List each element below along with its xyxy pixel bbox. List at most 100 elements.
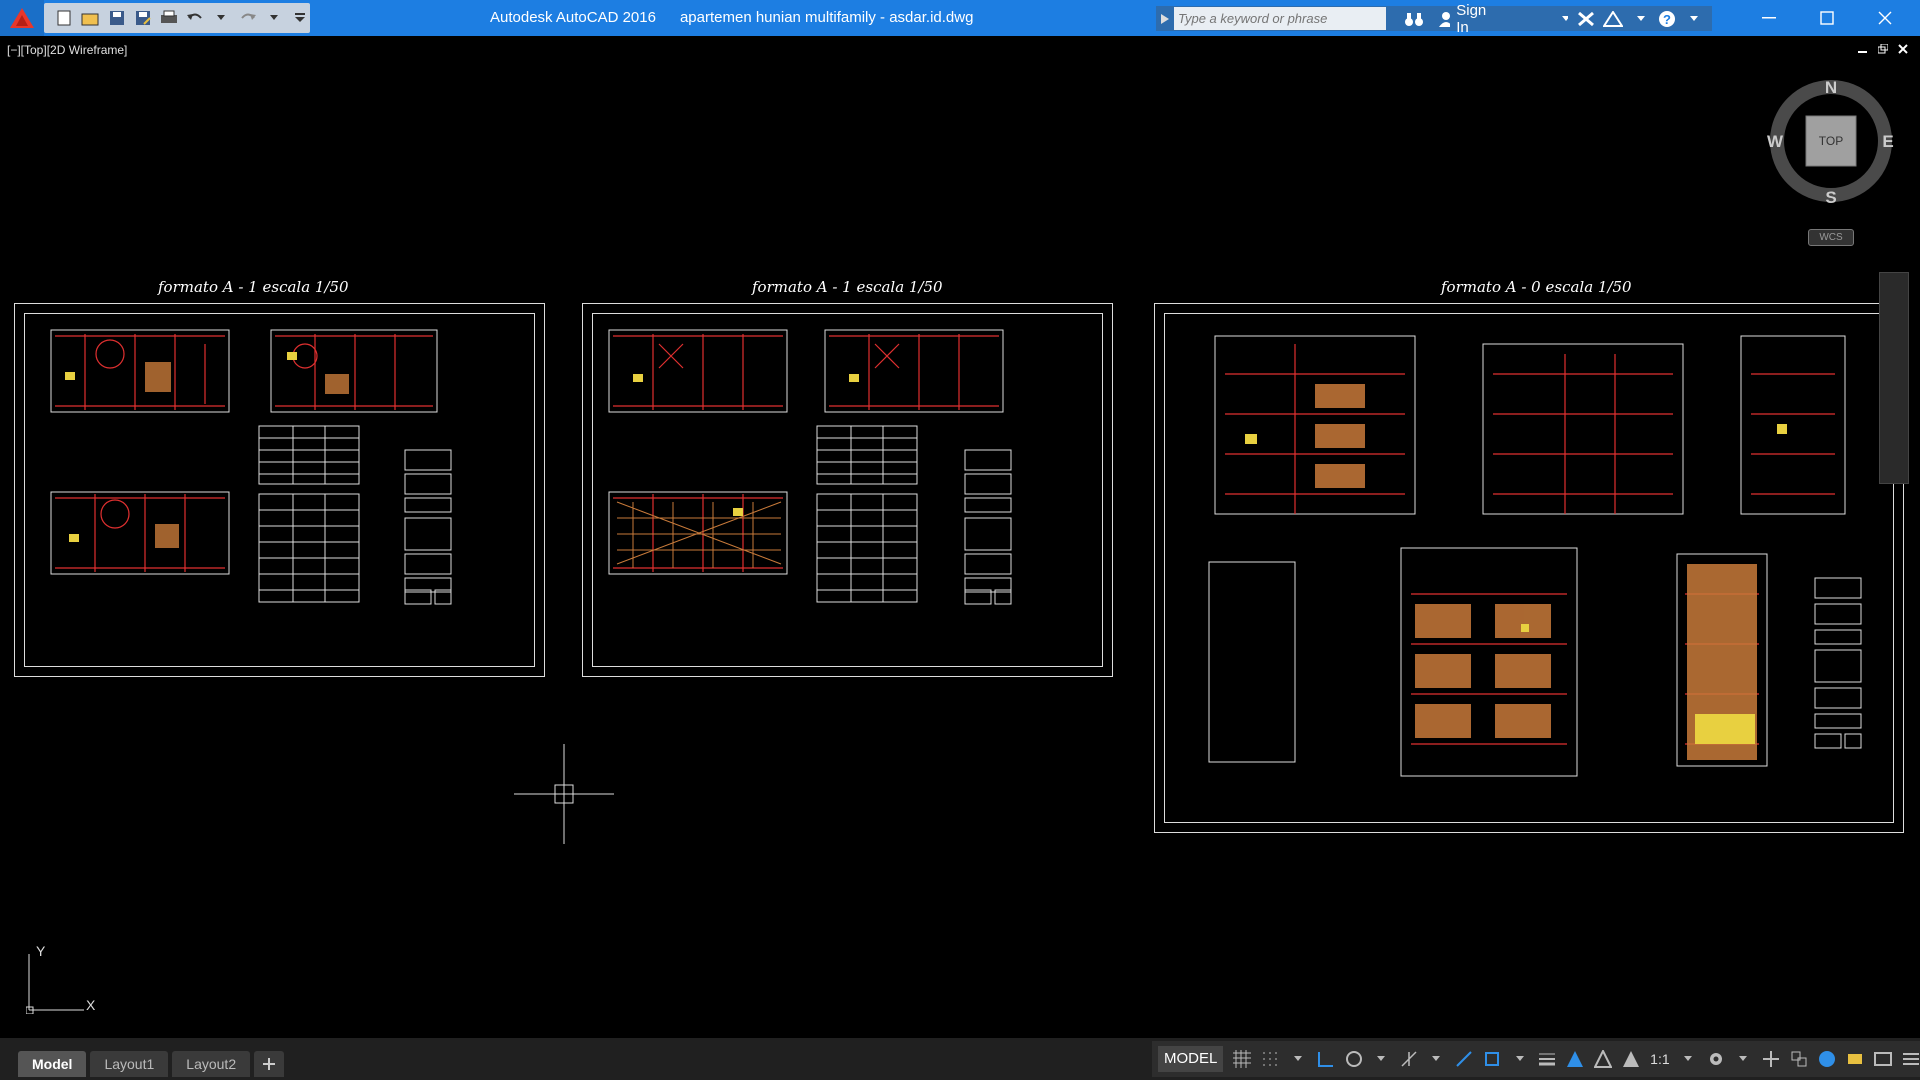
add-layout-button[interactable]	[254, 1051, 285, 1077]
undo-dropdown-icon[interactable]	[211, 7, 231, 29]
annotation-visibility-icon[interactable]	[1566, 1048, 1584, 1070]
sign-in-label: Sign In	[1456, 1, 1487, 36]
ucs-icon: Y X	[26, 944, 96, 1014]
chevron-down-icon[interactable]	[1289, 1048, 1306, 1070]
layout-tabs: Model Layout1 Layout2	[18, 1041, 288, 1077]
maximize-button[interactable]	[1798, 0, 1856, 36]
user-icon	[1439, 11, 1451, 27]
app-title: Autodesk AutoCAD 2016	[490, 9, 656, 26]
redo-dropdown-icon[interactable]	[264, 7, 284, 29]
plus-icon[interactable]	[1762, 1048, 1780, 1070]
clean-screen-icon[interactable]	[1846, 1048, 1864, 1070]
floor-plans-drawing	[50, 329, 452, 605]
auto-scale-icon[interactable]	[1594, 1048, 1613, 1070]
open-icon[interactable]	[80, 7, 100, 29]
object-snap-icon[interactable]	[1483, 1048, 1501, 1070]
lineweight-icon[interactable]	[1538, 1048, 1556, 1070]
save-icon[interactable]	[106, 7, 126, 29]
minimize-button[interactable]	[1740, 0, 1798, 36]
isodraft-icon[interactable]	[1400, 1048, 1418, 1070]
sheet-title-3: formato A - 0 escala 1/50	[1441, 278, 1632, 296]
customize-dropdown-icon[interactable]	[290, 7, 310, 29]
ucs-y-label: Y	[36, 944, 46, 959]
chevron-down-icon[interactable]	[1511, 1048, 1528, 1070]
chevron-down-icon[interactable]	[1428, 1048, 1445, 1070]
application-menu-button[interactable]	[0, 0, 44, 36]
search-expand-icon[interactable]	[1160, 14, 1170, 24]
grid-icon[interactable]	[1233, 1048, 1252, 1070]
document-title: apartemen hunian multifamily - asdar.id.…	[679, 9, 974, 26]
compass-east: E	[1882, 132, 1893, 151]
sheet-title-1: formato A - 1 escala 1/50	[158, 278, 349, 296]
tab-model[interactable]: Model	[18, 1051, 87, 1077]
chevron-down-icon[interactable]	[1735, 1048, 1752, 1070]
exchange-apps-icon[interactable]	[1576, 8, 1595, 30]
plot-icon[interactable]	[159, 7, 179, 29]
chevron-down-icon[interactable]	[1631, 8, 1650, 30]
tab-layout1[interactable]: Layout1	[90, 1051, 169, 1077]
sheet-border	[1164, 313, 1894, 823]
search-input[interactable]	[1174, 7, 1386, 30]
status-toolbar: MODEL 1:1	[1152, 1041, 1920, 1077]
isolate-objects-icon[interactable]	[1790, 1048, 1808, 1070]
compass-ring: N S E W TOP	[1767, 78, 1894, 207]
svg-text:?: ?	[1664, 12, 1672, 27]
maximize-icon	[1820, 11, 1834, 25]
ortho-icon[interactable]	[1317, 1048, 1335, 1070]
chevron-down-icon[interactable]	[1685, 8, 1704, 30]
undo-icon[interactable]	[185, 7, 205, 29]
menu-icon[interactable]	[1902, 1048, 1920, 1070]
wcs-menu[interactable]: WCS	[1808, 229, 1854, 246]
tab-layout2[interactable]: Layout2	[172, 1051, 251, 1077]
viewport-controls-label[interactable]: [−][Top][2D Wireframe]	[7, 43, 127, 57]
screen-icon[interactable]	[1874, 1048, 1893, 1070]
save-as-icon[interactable]	[133, 7, 153, 29]
viewport-window-controls	[1858, 44, 1908, 54]
sheet-border	[24, 313, 535, 667]
redo-icon[interactable]	[237, 7, 257, 29]
drawing-sheet-3[interactable]	[1154, 303, 1904, 833]
viewport-minimize-icon[interactable]	[1858, 44, 1868, 54]
infocenter-toolbar: Sign In ?	[1396, 2, 1712, 36]
viewcube[interactable]: N S E W TOP	[1766, 76, 1896, 207]
new-icon[interactable]	[54, 7, 74, 29]
search-box	[1156, 6, 1396, 31]
sheet-border	[592, 313, 1103, 667]
gear-icon[interactable]	[1707, 1048, 1725, 1070]
stay-connected-icon[interactable]	[1603, 8, 1624, 30]
annotation-scale-icon[interactable]	[1622, 1048, 1640, 1070]
minimize-icon	[1762, 17, 1776, 19]
hardware-acceleration-icon[interactable]	[1818, 1048, 1836, 1070]
title-bar: Autodesk AutoCAD 2016 apartemen hunian m…	[0, 0, 1920, 36]
drawing-sheet-1[interactable]	[14, 303, 545, 677]
viewport-close-icon[interactable]	[1898, 44, 1908, 54]
viewport-restore-icon[interactable]	[1878, 44, 1888, 54]
sheet-title-2: formato A - 1 escala 1/50	[752, 278, 943, 296]
close-button[interactable]	[1856, 0, 1914, 36]
navigation-bar[interactable]	[1879, 272, 1909, 484]
compass-south: S	[1825, 188, 1836, 206]
chevron-down-icon[interactable]	[1680, 1048, 1697, 1070]
snap-icon[interactable]	[1261, 1048, 1279, 1070]
sign-in-button[interactable]: Sign In	[1438, 1, 1569, 36]
autocad-logo-icon	[10, 8, 34, 28]
polar-tracking-icon[interactable]	[1345, 1048, 1363, 1070]
chevron-down-icon[interactable]	[1373, 1048, 1390, 1070]
ucs-x-label: X	[86, 997, 96, 1013]
help-icon[interactable]: ?	[1658, 8, 1677, 30]
quick-access-toolbar	[44, 3, 310, 33]
chevron-down-icon	[1561, 15, 1569, 21]
compass-north: N	[1825, 78, 1837, 97]
wcs-label: WCS	[1819, 232, 1843, 243]
scale-selector[interactable]: 1:1	[1650, 1048, 1669, 1070]
viewcube-face-top: TOP	[1819, 134, 1843, 148]
plus-icon	[263, 1058, 276, 1070]
object-snap-tracking-icon[interactable]	[1455, 1048, 1473, 1070]
model-space-button[interactable]: MODEL	[1158, 1046, 1224, 1072]
close-icon	[1878, 11, 1892, 25]
floor-plans-drawing	[608, 329, 1012, 605]
drawing-sheet-2[interactable]	[582, 303, 1113, 677]
binoculars-icon[interactable]	[1404, 8, 1424, 30]
compass-west: W	[1767, 132, 1784, 151]
cursor-crosshair	[514, 744, 614, 844]
